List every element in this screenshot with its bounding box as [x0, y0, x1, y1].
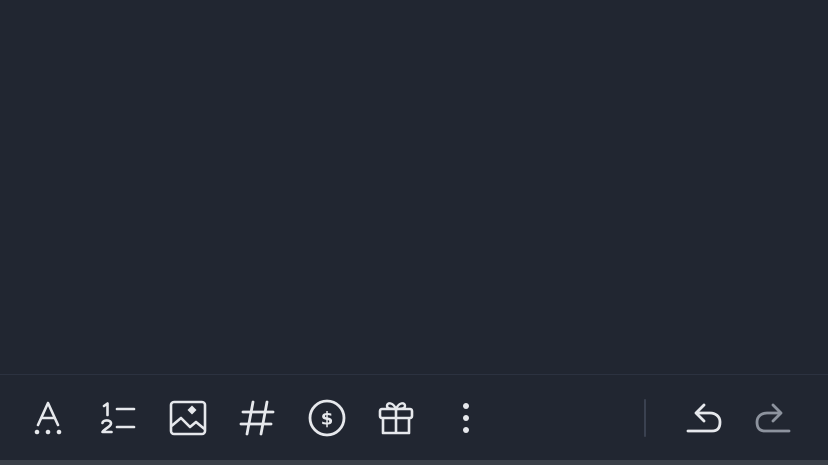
- gift-icon: [378, 402, 414, 435]
- image-icon: [169, 400, 207, 436]
- redo-icon: [755, 403, 791, 433]
- redo-button[interactable]: [748, 375, 798, 461]
- hashtag-button[interactable]: [232, 375, 282, 461]
- text-format-icon: [34, 401, 62, 435]
- numbered-list-icon: [101, 402, 136, 434]
- dollar-coin-icon: $: [308, 399, 346, 437]
- hashtag-icon: [239, 400, 275, 436]
- more-vertical-icon: [463, 403, 469, 433]
- editor-content-area[interactable]: [0, 0, 828, 374]
- undo-button[interactable]: [679, 375, 729, 461]
- system-bottom-bar: [0, 460, 828, 465]
- undo-icon: [686, 403, 722, 433]
- text-format-button[interactable]: [23, 375, 73, 461]
- formatting-toolbar: $: [0, 374, 828, 460]
- numbered-list-button[interactable]: [93, 375, 143, 461]
- toolbar-separator: [644, 399, 646, 437]
- insert-image-button[interactable]: [163, 375, 213, 461]
- tip-dollar-button[interactable]: $: [302, 375, 352, 461]
- gift-button[interactable]: [371, 375, 421, 461]
- svg-text:$: $: [321, 409, 334, 430]
- more-options-button[interactable]: [441, 375, 491, 461]
